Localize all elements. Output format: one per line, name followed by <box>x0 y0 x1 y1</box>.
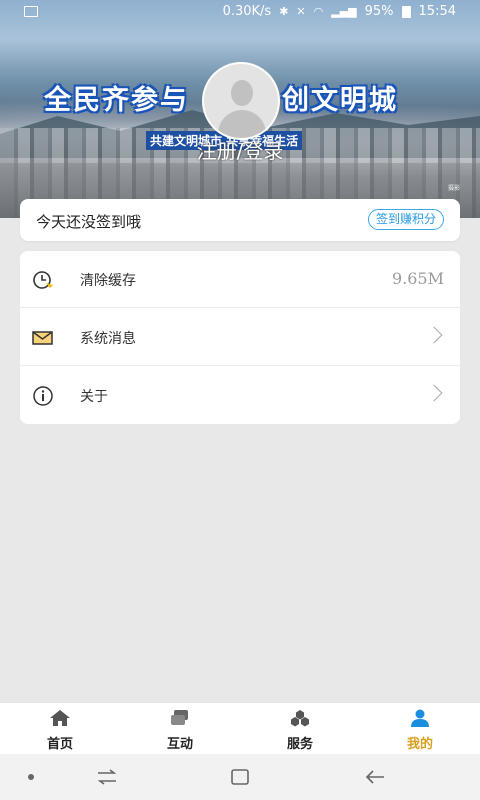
tab-label: 服务 <box>286 737 313 752</box>
clock-time: 15:54 <box>418 4 456 19</box>
tab-label: 互动 <box>166 737 193 752</box>
menu-label: 关于 <box>80 389 108 405</box>
chevron-right-icon <box>425 326 443 344</box>
chevron-right-icon <box>425 384 443 402</box>
back-arrow-icon[interactable] <box>364 768 386 786</box>
home-icon <box>50 710 70 726</box>
battery-level: 95% <box>364 4 394 19</box>
divider <box>20 365 460 366</box>
profile-icon <box>411 709 429 727</box>
divider <box>20 307 460 308</box>
tab-label: 我的 <box>406 737 433 752</box>
bluetooth-icon: ✱ <box>279 5 289 18</box>
nav-dot-icon[interactable] <box>28 774 34 780</box>
clock-icon <box>33 271 53 289</box>
tab-profile[interactable]: 我的 <box>360 703 480 755</box>
menu-item-clear-cache[interactable]: 清除缓存 9.65M <box>20 251 460 308</box>
cache-size: 9.65M <box>391 269 444 288</box>
settings-menu: 清除缓存 9.65M 系统消息 关于 <box>20 251 460 424</box>
avatar[interactable] <box>202 62 280 140</box>
recents-icon[interactable] <box>96 768 118 786</box>
gallery-icon <box>24 6 38 17</box>
network-speed: 0.30K/s <box>222 4 272 19</box>
interact-icon <box>171 710 188 725</box>
sign-in-status: 今天还没签到哦 <box>36 213 142 231</box>
tab-service[interactable]: 服务 <box>240 703 360 755</box>
login-link[interactable]: 注册/登录 <box>0 135 480 164</box>
menu-label: 清除缓存 <box>80 273 136 289</box>
signal-icon: ▂▄▆ <box>331 5 357 18</box>
sign-in-button[interactable]: 签到赚积分 <box>367 209 444 230</box>
status-right: 0.30K/s ✱ ✕ ◠ ▂▄▆ 95% 15:54 <box>223 4 456 19</box>
info-icon <box>33 386 53 406</box>
bottom-tab-bar: 首页 互动 服务 我的 <box>0 702 480 754</box>
sign-in-card: 今天还没签到哦 签到赚积分 <box>20 199 460 241</box>
status-bar: 0.30K/s ✱ ✕ ◠ ▂▄▆ 95% 15:54 <box>0 0 480 24</box>
tab-interact[interactable]: 互动 <box>120 703 240 755</box>
banner-credit: 摄影 <box>447 185 460 192</box>
tab-home[interactable]: 首页 <box>0 703 120 755</box>
menu-item-about[interactable]: 关于 <box>20 367 460 424</box>
mail-icon <box>32 331 53 345</box>
service-icon <box>291 710 309 727</box>
banner-slogan-right: 创文明城 <box>282 85 398 116</box>
wifi-icon: ◠ <box>313 5 324 18</box>
menu-label: 系统消息 <box>80 331 136 347</box>
system-nav-bar <box>0 754 480 800</box>
banner-slogan-left: 全民齐参与 <box>44 85 189 116</box>
tab-label: 首页 <box>46 737 73 752</box>
menu-item-messages[interactable]: 系统消息 <box>20 309 460 366</box>
avatar-head <box>231 80 253 106</box>
mute-icon: ✕ <box>296 5 306 18</box>
battery-icon <box>401 5 411 18</box>
home-square-icon[interactable] <box>230 768 250 786</box>
